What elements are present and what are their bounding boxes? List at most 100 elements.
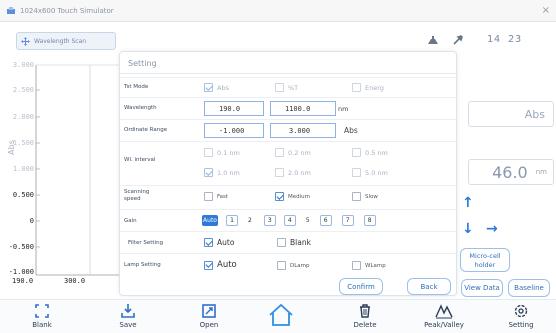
option-interval[interactable]: 1.0 nm xyxy=(204,168,240,177)
checkbox[interactable] xyxy=(277,261,286,270)
checkbox[interactable] xyxy=(275,168,284,177)
option-filter-auto[interactable]: Auto xyxy=(204,238,234,247)
blank-button[interactable]: Blank xyxy=(12,300,72,333)
gain-button[interactable]: 1 xyxy=(226,215,238,226)
gain-button[interactable]: 6 xyxy=(319,215,332,226)
option-interval[interactable]: 2.0 nm xyxy=(275,168,311,177)
window-titlebar: 1024x600 Touch Simulator × xyxy=(0,0,556,22)
checkbox[interactable] xyxy=(204,83,213,92)
option-interval[interactable]: 5.0 nm xyxy=(352,168,388,177)
spectrum-chart: Abs 3.000 2.500 2.000 1.500 1.000 0.500 … xyxy=(0,57,120,289)
abs-label: Abs xyxy=(524,107,545,121)
blank-icon xyxy=(35,304,49,318)
gain-button[interactable]: 8 xyxy=(363,215,376,226)
lamp-icon[interactable] xyxy=(427,35,439,45)
option-speed-fast[interactable]: Fast xyxy=(204,192,228,201)
y-tick: 1.500 xyxy=(12,139,34,147)
checkbox[interactable] xyxy=(204,192,213,201)
option-filter-blank[interactable]: Blank xyxy=(277,238,311,247)
checkbox[interactable] xyxy=(275,148,284,157)
option-abs[interactable]: Abs xyxy=(204,83,229,92)
setting-button[interactable]: Setting xyxy=(491,300,551,333)
y-tick: -1.000 xyxy=(8,268,34,276)
wavelength-start-input[interactable]: 190.0 xyxy=(204,101,264,116)
open-icon xyxy=(202,304,216,318)
abs-readout: Abs xyxy=(468,101,554,127)
ordinate-min-input[interactable]: -1.000 xyxy=(204,123,264,138)
row-label: Wavelength xyxy=(124,105,157,111)
y-tick: 0.500 xyxy=(12,191,34,199)
wavelength-unit: nm xyxy=(535,168,547,176)
option-lamp-wlamp[interactable]: WLamp xyxy=(352,261,386,270)
checkbox[interactable] xyxy=(204,168,213,177)
close-icon[interactable]: × xyxy=(542,5,550,16)
option-interval[interactable]: 0.1 nm xyxy=(204,148,240,157)
delete-button[interactable]: Delete xyxy=(335,300,395,333)
option-transmittance[interactable]: %T xyxy=(275,83,298,92)
home-icon xyxy=(269,303,293,326)
mode-button[interactable]: Wavelength Scan xyxy=(16,32,116,50)
home-button[interactable] xyxy=(256,300,306,333)
option-speed-slow[interactable]: Slow xyxy=(352,192,378,201)
option-interval[interactable]: 0.2 nm xyxy=(275,148,311,157)
delete-label: Delete xyxy=(353,321,377,329)
micro-cell-holder-button[interactable]: Micro-cell holder xyxy=(460,248,510,272)
baseline-button[interactable]: Baseline xyxy=(508,279,550,297)
ordinate-max-input[interactable]: 3.000 xyxy=(270,123,336,138)
row-label: Ordinate Range xyxy=(124,127,168,133)
wavelength-end-input[interactable]: 1100.0 xyxy=(270,101,336,116)
open-label: Open xyxy=(199,321,219,329)
save-label: Save xyxy=(119,321,137,329)
option-energy[interactable]: Energ xyxy=(352,83,384,92)
gain-auto-button[interactable]: Auto xyxy=(202,215,218,226)
y-tick: 0 xyxy=(29,217,34,225)
wavelength-unit-label: nm xyxy=(338,105,349,113)
peak-valley-button[interactable]: Peak/Valley xyxy=(414,300,474,333)
save-button[interactable]: Save xyxy=(98,300,158,333)
checkbox[interactable] xyxy=(352,192,361,201)
row-test-mode: Tst Mode Abs %T Energ xyxy=(120,77,458,97)
checkbox[interactable] xyxy=(204,238,213,247)
ordinate-unit-label: Abs xyxy=(344,126,358,135)
y-tick: 3.000 xyxy=(12,61,34,69)
checkbox[interactable] xyxy=(204,148,213,157)
wavelength-readout[interactable]: 46.0 nm xyxy=(468,159,554,185)
blank-label: Blank xyxy=(32,321,52,329)
app-icon xyxy=(7,6,15,14)
checkbox[interactable] xyxy=(352,261,361,270)
row-filter-setting: Filter Setting Auto Blank xyxy=(120,231,458,253)
confirm-button[interactable]: Confirm xyxy=(339,278,383,295)
y-tick: -0.500 xyxy=(8,243,34,251)
gain-button[interactable]: 3 xyxy=(263,215,276,226)
x-tick: 300.0 xyxy=(64,277,86,285)
gain-button[interactable]: 7 xyxy=(341,215,354,226)
checkbox[interactable] xyxy=(204,260,213,270)
move-icon xyxy=(21,36,30,46)
option-interval[interactable]: 0.5 nm xyxy=(352,148,388,157)
checkbox[interactable] xyxy=(352,168,361,177)
checkbox[interactable] xyxy=(275,83,284,92)
gain-button[interactable]: 4 xyxy=(283,215,296,226)
option-speed-medium[interactable]: Medium xyxy=(275,192,310,201)
tool-icon[interactable] xyxy=(453,35,463,45)
arrow-right-icon[interactable]: → xyxy=(486,221,498,237)
option-lamp-dlamp[interactable]: DLamp xyxy=(277,261,310,270)
row-label: Tst Mode xyxy=(124,84,149,90)
arrow-up-icon[interactable]: ↑ xyxy=(462,195,474,211)
view-data-button[interactable]: View Data xyxy=(461,279,503,297)
back-button[interactable]: Back xyxy=(407,278,451,295)
checkbox[interactable] xyxy=(275,192,284,201)
gain-selector: Auto 1 2 3 4 5 6 7 8 xyxy=(202,215,376,226)
checkbox[interactable] xyxy=(352,83,361,92)
checkbox[interactable] xyxy=(352,148,361,157)
open-button[interactable]: Open xyxy=(179,300,239,333)
row-label: Lamp Setting xyxy=(124,262,161,268)
gain-button[interactable]: 5 xyxy=(306,217,310,224)
arrow-down-icon[interactable]: ↓ xyxy=(462,221,474,237)
y-tick: 2.500 xyxy=(12,86,34,94)
option-lamp-auto[interactable]: Auto xyxy=(204,260,237,270)
row-label: Filter Setting xyxy=(128,240,164,246)
checkbox[interactable] xyxy=(277,238,286,247)
gain-button[interactable]: 2 xyxy=(248,217,252,224)
wavelength-value: 46.0 xyxy=(492,162,528,182)
